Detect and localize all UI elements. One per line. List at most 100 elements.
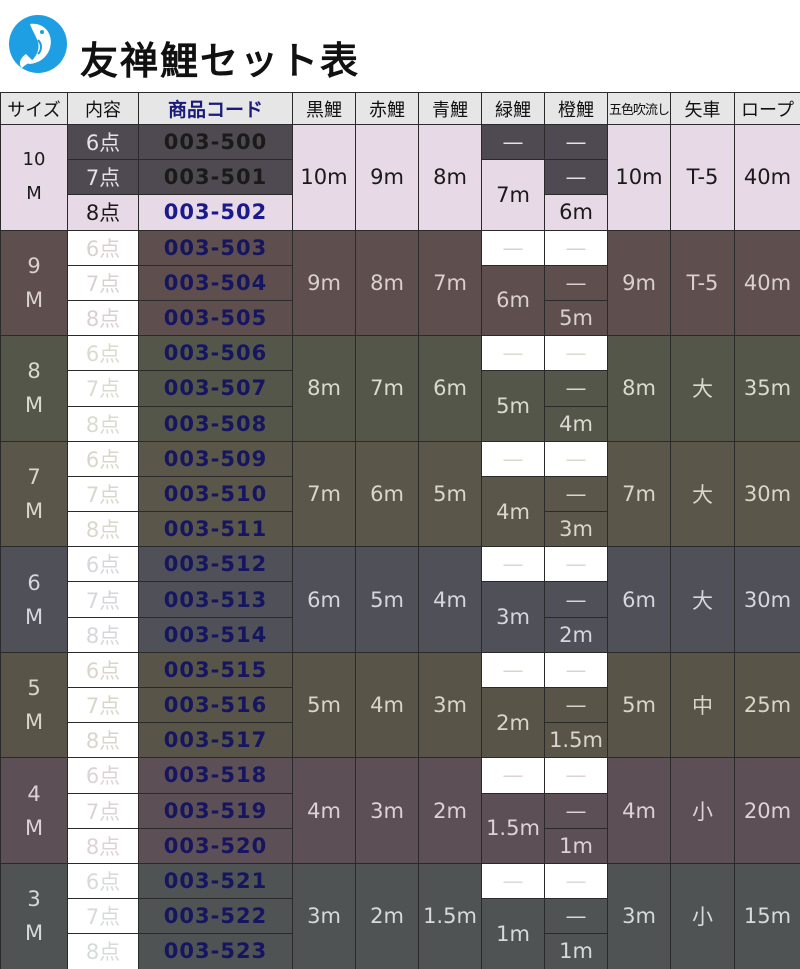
- rope-length: 40m: [734, 229, 800, 337]
- product-code: 003-522: [138, 898, 293, 935]
- yaguruma-size: 小: [670, 757, 735, 864]
- size-number: 10: [22, 149, 46, 171]
- size-unit: M: [24, 393, 44, 418]
- header-rope: ロープ: [734, 92, 800, 125]
- points-cell: 6点: [67, 546, 139, 583]
- size-number: 7: [27, 464, 41, 489]
- green-koi-none: —: [481, 440, 545, 477]
- yaguruma-size: 小: [670, 862, 735, 969]
- header-blue-koi: 青鯉: [418, 92, 482, 125]
- points-cell: 7点: [67, 792, 139, 829]
- orange-koi-length: 4m: [544, 405, 608, 442]
- orange-koi-none: —: [544, 264, 608, 301]
- green-koi-length: 2m: [481, 686, 545, 759]
- header-green-koi: 緑鯉: [481, 92, 545, 125]
- points-cell: 6点: [67, 757, 139, 794]
- product-code: 003-507: [138, 370, 293, 407]
- set-table: サイズ 内容 商品コード 黒鯉 赤鯉 青鯉 緑鯉 橙鯉 五色吹流し 矢車 ロープ…: [0, 92, 800, 969]
- green-koi-length: 6m: [481, 264, 545, 337]
- header-row: サイズ 内容 商品コード 黒鯉 赤鯉 青鯉 緑鯉 橙鯉 五色吹流し 矢車 ロープ: [0, 92, 800, 125]
- size-number: 9: [27, 253, 41, 278]
- size-unit: M: [24, 921, 44, 946]
- size-number: 6: [27, 570, 41, 595]
- points-cell: 6点: [67, 862, 139, 900]
- blue-koi-length: 3m: [418, 651, 482, 759]
- product-code: 003-517: [138, 722, 293, 759]
- black-koi-length: 4m: [292, 757, 356, 864]
- orange-koi-none: —: [544, 229, 608, 266]
- goshiki-streamer-length: 3m: [607, 862, 671, 969]
- orange-koi-none: —: [544, 475, 608, 513]
- black-koi-length: 7m: [292, 440, 356, 548]
- title-bar: 友禅鯉セット表: [0, 0, 800, 92]
- points-cell: 8点: [67, 194, 139, 231]
- yaguruma-size: 大: [670, 335, 735, 442]
- blue-koi-length: 6m: [418, 335, 482, 442]
- table-row: 10 M 6点 003-500 10m 9m 8m — —10m T-5 40m: [0, 123, 800, 231]
- table-row: 4 M 6点 003-518 4m 3m 2m — —4m 小 20m: [0, 757, 800, 864]
- product-code: 003-512: [138, 546, 293, 583]
- yaguruma-size: 大: [670, 440, 735, 548]
- product-code: 003-516: [138, 686, 293, 724]
- goshiki-streamer-length: 4m: [607, 757, 671, 864]
- rope-length: 25m: [734, 651, 800, 759]
- size-number: 3: [27, 887, 41, 912]
- orange-koi-length: 2m: [544, 616, 608, 653]
- table-row: 8 M 6点 003-506 8m 7m 6m — —8m 大 35m: [0, 335, 800, 442]
- product-code: 003-500: [138, 123, 293, 161]
- product-code: 003-510: [138, 475, 293, 513]
- header-size: サイズ: [0, 92, 68, 125]
- goshiki-streamer-length: 9m: [607, 229, 671, 337]
- blue-koi-length: 4m: [418, 546, 482, 653]
- green-koi-none: —: [481, 651, 545, 689]
- red-koi-length: 5m: [355, 546, 419, 653]
- page-title: 友禅鯉セット表: [80, 39, 361, 83]
- size-number: 5: [27, 676, 41, 701]
- orange-koi-length: 1m: [544, 933, 608, 969]
- size-cell: 9M: [0, 229, 68, 337]
- points-cell: 8点: [67, 827, 139, 864]
- product-code: 003-506: [138, 335, 293, 372]
- orange-koi-none: —: [544, 651, 608, 689]
- rope-length: 30m: [734, 546, 800, 653]
- table-row: 9 M 6点 003-503 9m 8m 7m — —9m T-5 40m: [0, 229, 800, 337]
- points-cell: 7点: [67, 898, 139, 935]
- goshiki-streamer-length: 6m: [607, 546, 671, 653]
- points-cell: 7点: [67, 475, 139, 513]
- orange-koi-none: —: [544, 546, 608, 583]
- black-koi-length: 8m: [292, 335, 356, 442]
- orange-koi-none: —: [544, 440, 608, 477]
- yaguruma-size: 大: [670, 546, 735, 653]
- green-koi-none: —: [481, 757, 545, 794]
- yaguruma-size: T-5: [670, 229, 735, 337]
- black-koi-length: 6m: [292, 546, 356, 653]
- product-code: 003-515: [138, 651, 293, 689]
- orange-koi-none: —: [544, 757, 608, 794]
- green-koi-none: —: [481, 546, 545, 583]
- green-koi-length: 7m: [481, 159, 545, 231]
- orange-koi-length: 6m: [544, 194, 608, 231]
- rope-length: 15m: [734, 862, 800, 969]
- size-cell: 5M: [0, 651, 68, 759]
- orange-koi-length: 3m: [544, 511, 608, 548]
- rope-length: 35m: [734, 335, 800, 442]
- black-koi-length: 5m: [292, 651, 356, 759]
- rope-length: 30m: [734, 440, 800, 548]
- points-cell: 8点: [67, 511, 139, 548]
- black-koi-length: 9m: [292, 229, 356, 337]
- size-unit: M: [24, 604, 44, 629]
- product-code: 003-501: [138, 159, 293, 196]
- orange-koi-none: —: [544, 123, 608, 161]
- points-cell: 7点: [67, 581, 139, 618]
- product-code: 003-514: [138, 616, 293, 653]
- product-code: 003-520: [138, 827, 293, 864]
- points-cell: 8点: [67, 299, 139, 337]
- size-cell: 10 M: [0, 124, 68, 231]
- points-cell: 7点: [67, 686, 139, 724]
- red-koi-length: 2m: [355, 862, 419, 969]
- size-cell: 3M: [0, 862, 68, 969]
- size-unit: M: [24, 498, 44, 523]
- green-koi-length: 5m: [481, 370, 545, 442]
- yaguruma-size: T-5: [670, 124, 735, 231]
- goshiki-streamer-length: 8m: [607, 335, 671, 442]
